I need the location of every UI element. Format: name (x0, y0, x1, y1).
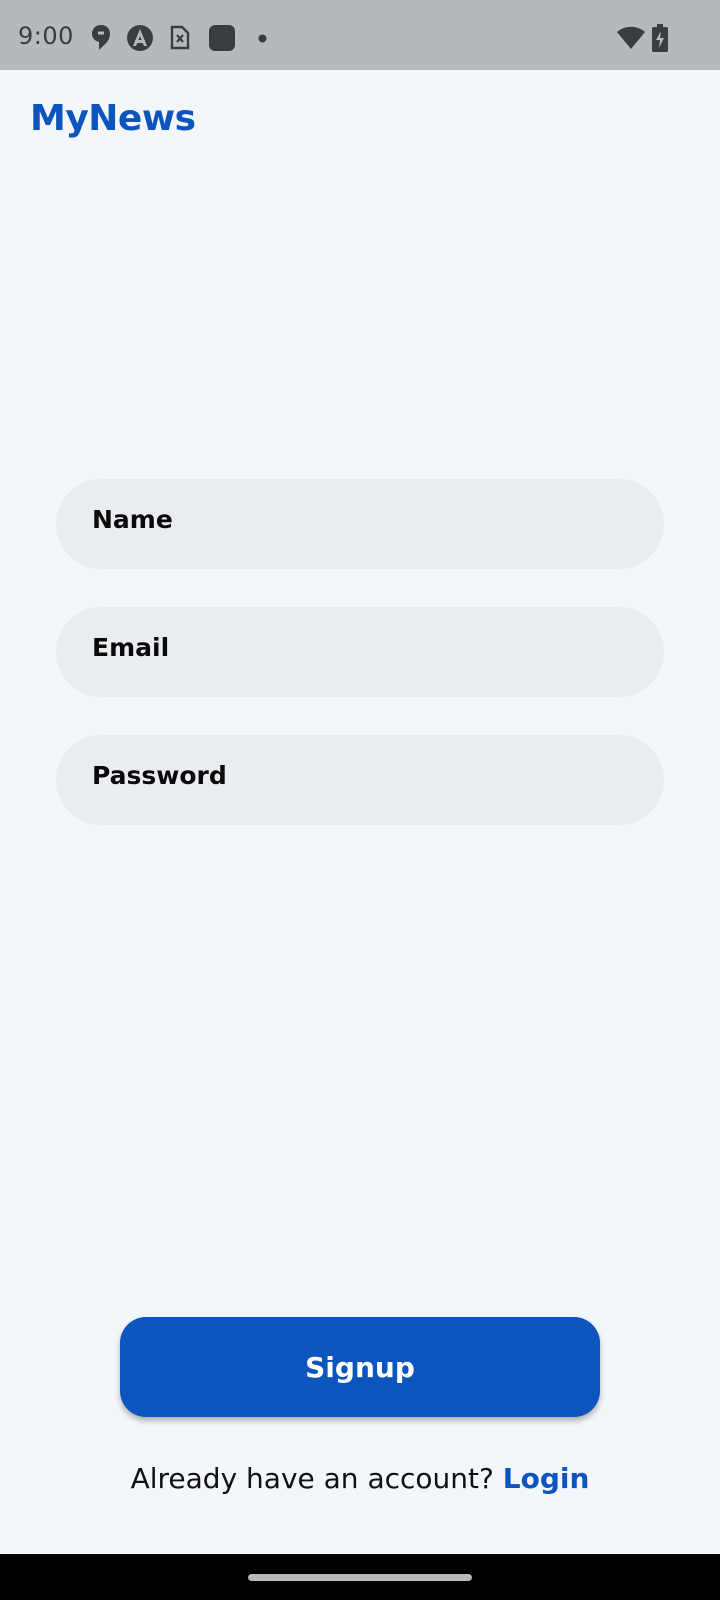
accessibility-icon (127, 25, 153, 51)
signup-button[interactable]: Signup (120, 1317, 600, 1417)
home-gesture-handle[interactable] (248, 1574, 472, 1581)
sim-card-icon (170, 25, 190, 50)
wifi-icon (617, 26, 645, 49)
navigation-bar (0, 1554, 720, 1600)
app-square-icon (209, 25, 235, 51)
location-pin-icon (92, 25, 110, 50)
login-prompt-text: Already have an account? (130, 1462, 494, 1495)
login-link[interactable]: Login (503, 1462, 590, 1495)
notification-dot-icon (258, 34, 267, 43)
app-title: MyNews (30, 98, 196, 139)
email-field-label: Email (92, 633, 170, 662)
status-time: 9:00 (18, 22, 74, 50)
password-field[interactable]: Password (56, 735, 664, 825)
name-field-label: Name (92, 505, 173, 534)
login-prompt: Already have an account? Login (0, 1462, 720, 1495)
battery-charging-icon (652, 24, 668, 52)
email-field[interactable]: Email (56, 607, 664, 697)
status-bar: 9:00 (0, 0, 720, 70)
password-field-label: Password (92, 761, 227, 790)
name-field[interactable]: Name (56, 479, 664, 569)
signup-button-label: Signup (305, 1351, 415, 1384)
